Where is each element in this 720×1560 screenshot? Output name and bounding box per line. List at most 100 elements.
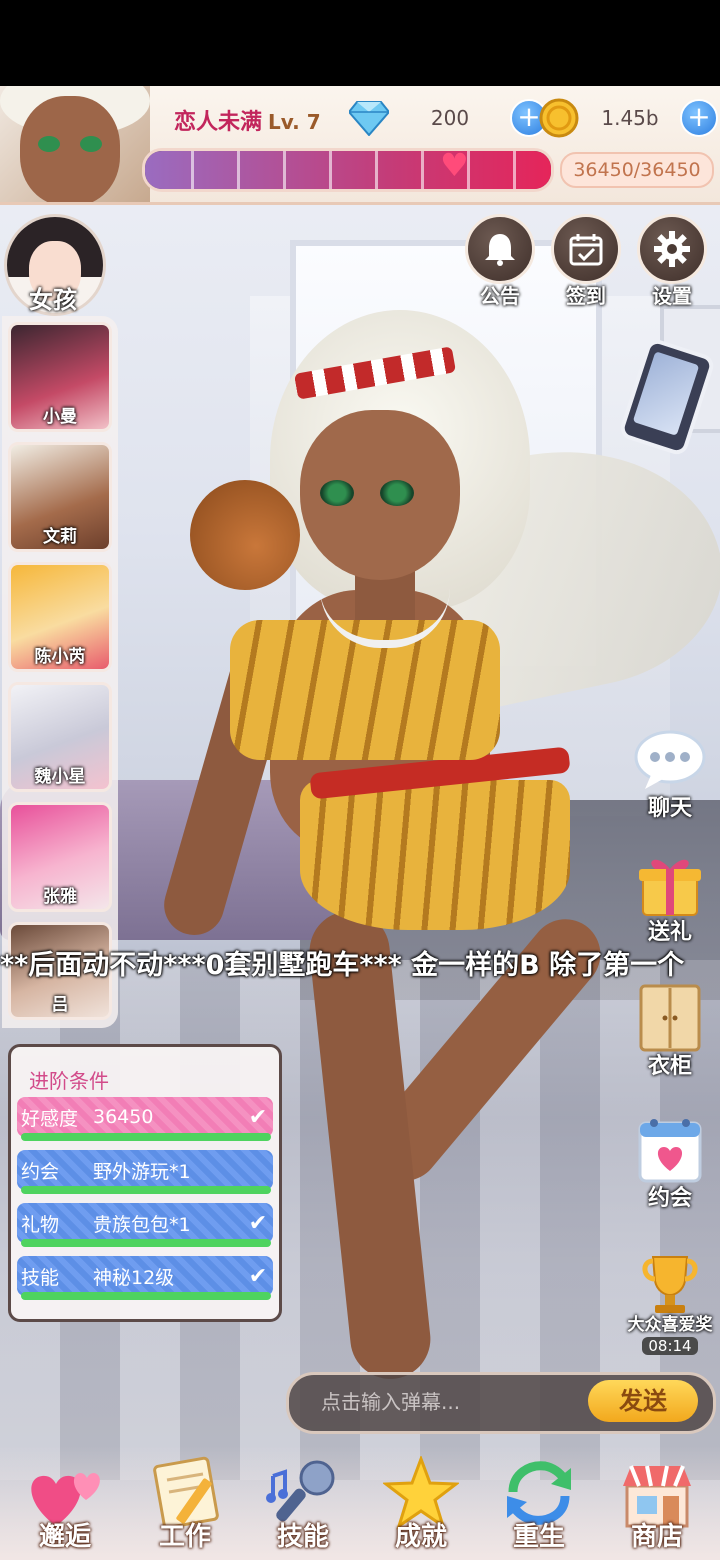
announcement-button[interactable]: 公告 (464, 214, 536, 309)
nav-work[interactable]: 工作 (128, 1452, 242, 1560)
chat-label: 聊天 (647, 796, 692, 821)
nav-shop-label: 商店 (630, 1522, 683, 1552)
gear-icon (637, 214, 707, 284)
settings-label: 设置 (652, 284, 692, 308)
condition-key: 约会 (21, 1160, 60, 1183)
gift-icon (632, 846, 708, 922)
check-icon: ✔ (248, 1210, 268, 1236)
danmaku-scroll-text: **后面动不动***0套别墅跑车*** 金一样的B 除了第一个 (0, 950, 685, 981)
announcement-label: 公告 (480, 284, 520, 308)
nav-achievements-label: 成就 (394, 1522, 447, 1552)
check-icon: ✔ (248, 1263, 268, 1289)
girl-card-chenxiaorui[interactable]: 陈小芮 (8, 562, 112, 672)
progress-divider (329, 151, 332, 189)
girl-name: 文莉 (43, 527, 77, 547)
progress-divider (191, 151, 194, 189)
checkin-button[interactable]: 签到 (550, 214, 622, 309)
condition-key: 好感度 (21, 1107, 79, 1130)
condition-key: 礼物 (21, 1213, 60, 1236)
popularity-award-label: 大众喜爱奖 (627, 1315, 713, 1335)
condition-progress-bar (21, 1133, 271, 1141)
girl-card-xiaoman[interactable]: 小曼 (8, 322, 112, 432)
condition-value: 神秘12级 (93, 1266, 175, 1289)
character-eye (380, 480, 414, 506)
avatar-eye (80, 136, 102, 152)
character-eye (320, 480, 354, 506)
date-label: 约会 (647, 1186, 692, 1211)
gem-counter: 200 + (348, 98, 548, 138)
award-timer: 08:14 (642, 1337, 698, 1355)
chat-bubble-icon (632, 722, 708, 798)
check-icon: ✔ (248, 1104, 268, 1130)
squirrel (190, 480, 300, 590)
nav-shop[interactable]: 商店 (600, 1452, 714, 1560)
game-screen: 恋人未满 Lv. 7 200 + 1.45b + ♥ 36450/36450 公告 (0, 0, 720, 1560)
nav-achievements[interactable]: 成就 (364, 1452, 478, 1560)
status-bar-area (0, 0, 720, 86)
affection-progress-fill (145, 151, 551, 189)
diamond-icon (348, 97, 390, 139)
coin-amount: 1.45b (601, 106, 659, 130)
wardrobe-label: 衣柜 (647, 1054, 692, 1079)
add-coins-button[interactable]: + (680, 99, 718, 137)
calendar-check-icon (551, 214, 621, 284)
gift-label: 送礼 (647, 920, 692, 945)
condition-value: 36450 (93, 1106, 154, 1128)
affection-progress-bar (142, 148, 554, 192)
nav-rebirth-label: 重生 (512, 1522, 565, 1552)
relationship-title: 恋人未满 (174, 110, 263, 135)
progress-divider (237, 151, 240, 189)
nav-work-label: 工作 (158, 1522, 211, 1552)
heart-icon: ♥ (440, 146, 469, 184)
checkin-label: 签到 (566, 284, 606, 308)
popularity-award-button[interactable]: 大众喜爱奖 08:14 (624, 1246, 716, 1355)
condition-progress-bar (21, 1239, 271, 1247)
condition-gift: 礼物 贵族包包*1 ✔ (17, 1203, 273, 1243)
nav-skills-label: 技能 (276, 1522, 329, 1552)
nav-encounter[interactable]: 邂逅 (8, 1452, 122, 1560)
phone-screen (632, 351, 700, 436)
character-skirt (300, 780, 570, 930)
girl-name: 小曼 (43, 407, 77, 427)
nav-rebirth[interactable]: 重生 (482, 1452, 596, 1560)
date-calendar-icon (632, 1112, 708, 1188)
nav-skills[interactable]: 技能 (246, 1452, 360, 1560)
girl-name: 张雅 (43, 887, 77, 907)
girl-name: 吕 (51, 995, 69, 1015)
condition-progress-bar (21, 1186, 271, 1194)
condition-value: 贵族包包*1 (93, 1213, 191, 1236)
coin-counter: 1.45b + (538, 98, 718, 138)
nav-encounter-label: 邂逅 (38, 1522, 91, 1552)
affection-progress-text: 36450/36450 (560, 152, 714, 188)
wardrobe-button[interactable]: 衣柜 (624, 980, 716, 1080)
girl-name: 陈小芮 (34, 647, 86, 667)
gold-coin-icon (538, 97, 580, 139)
date-button[interactable]: 约会 (624, 1112, 716, 1212)
danmaku-input[interactable] (319, 1385, 593, 1419)
chat-button[interactable]: 聊天 (624, 722, 716, 822)
send-button[interactable]: 发送 (588, 1380, 698, 1422)
girl-card-weixiaoxing[interactable]: 魏小星 (8, 682, 112, 792)
avatar-eye (38, 136, 60, 152)
progress-divider (421, 151, 424, 189)
wardrobe-icon (632, 980, 708, 1056)
advancement-title: 进阶条件 (29, 1069, 109, 1093)
avatar-face (20, 96, 120, 202)
progress-divider (375, 151, 378, 189)
gift-button[interactable]: 送礼 (624, 846, 716, 946)
condition-skill: 技能 神秘12级 ✔ (17, 1256, 273, 1296)
girls-menu-label: 女孩 (29, 286, 77, 314)
condition-key: 技能 (21, 1266, 60, 1289)
gem-amount: 200 (430, 106, 470, 130)
current-girl-avatar[interactable] (0, 86, 150, 202)
girl-card-zhangya[interactable]: 张雅 (8, 802, 112, 912)
progress-divider (283, 151, 286, 189)
settings-button[interactable]: 设置 (636, 214, 708, 309)
condition-value: 野外游玩*1 (93, 1160, 191, 1183)
girl-card-wenli[interactable]: 文莉 (8, 442, 112, 552)
bell-icon (465, 214, 535, 284)
progress-divider (513, 151, 516, 189)
condition-date: 约会 野外游玩*1 (17, 1150, 273, 1190)
relationship-level: 恋人未满 Lv. 7 (174, 104, 321, 136)
level-text: Lv. 7 (268, 110, 321, 134)
